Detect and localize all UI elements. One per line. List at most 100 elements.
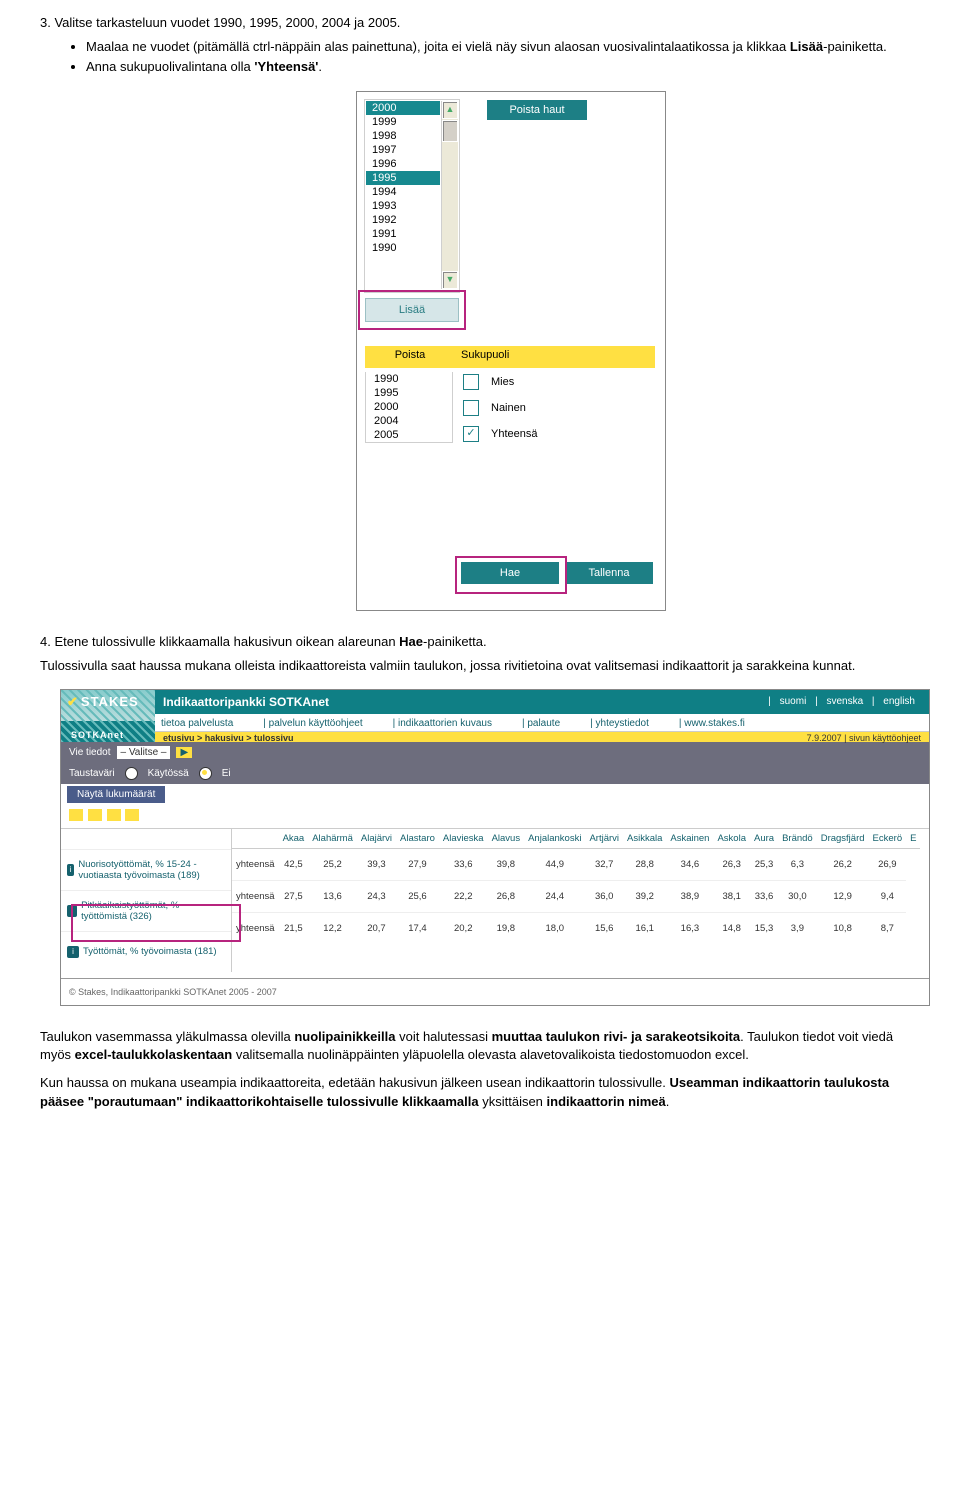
step-3-bullets: Maalaa ne vuodet (pitämällä ctrl-näppäin… — [40, 38, 920, 76]
gender-label: Mies — [491, 375, 514, 387]
col-header[interactable]: Brändö — [778, 829, 817, 849]
lisaa-button[interactable]: Lisää — [365, 298, 459, 322]
selected-year[interactable]: 1990 — [366, 372, 452, 386]
data-cell: 12,9 — [817, 880, 869, 912]
arrow-controls — [61, 805, 929, 829]
col-header[interactable]: Askainen — [666, 829, 713, 849]
data-cell: 39,8 — [488, 848, 525, 880]
data-cell: 44,9 — [524, 848, 585, 880]
data-cell: 34,6 — [666, 848, 713, 880]
year-option[interactable]: 1998 — [366, 129, 440, 143]
checkbox[interactable] — [463, 426, 479, 442]
export-format-select[interactable]: – Valitse – — [117, 746, 171, 759]
checkbox[interactable] — [463, 400, 479, 416]
radio-on[interactable] — [125, 767, 138, 780]
lang-link[interactable]: suomi — [774, 696, 813, 707]
radio-off[interactable] — [199, 767, 212, 780]
year-option[interactable]: 2000 — [366, 101, 440, 115]
text: . — [666, 1094, 670, 1109]
col-header[interactable]: E — [906, 829, 920, 849]
indicator-label[interactable]: iTyöttömät, % työvoimasta (181) — [61, 931, 231, 972]
year-option[interactable]: 1999 — [366, 115, 440, 129]
hae-button[interactable]: Hae — [461, 562, 559, 584]
scroll-up[interactable]: ▲ — [442, 101, 458, 119]
arrow-icon[interactable] — [107, 809, 121, 821]
data-grid: AkaaAlahärmäAlajärviAlastaroAlavieskaAla… — [232, 829, 920, 972]
menu-link[interactable]: | palaute — [522, 718, 560, 727]
year-option[interactable]: 1995 — [366, 171, 440, 185]
arrow-icon[interactable] — [69, 809, 83, 821]
year-option[interactable]: 1996 — [366, 157, 440, 171]
text: 4. Etene tulossivulle klikkaamalla hakus… — [40, 634, 399, 649]
year-option[interactable]: 1992 — [366, 213, 440, 227]
data-cell: 25,6 — [396, 880, 439, 912]
year-option[interactable]: 1991 — [366, 227, 440, 241]
scroll-down[interactable]: ▼ — [442, 271, 458, 289]
vie-tiedot-label: Vie tiedot — [69, 747, 111, 758]
info-icon[interactable]: i — [67, 864, 74, 876]
col-header[interactable]: Alastaro — [396, 829, 439, 849]
data-cell: 24,4 — [524, 880, 585, 912]
year-option[interactable]: 1993 — [366, 199, 440, 213]
menu-link[interactable]: tietoa palvelusta — [161, 718, 233, 727]
stakes-logo-text: STAKES — [67, 694, 139, 710]
export-go-button[interactable]: ▶ — [176, 747, 192, 758]
indicator-label[interactable]: iPitkäaikaistyöttömät, % työttömistä (32… — [61, 890, 231, 931]
step-3-heading: 3. Valitse tarkasteluun vuodet 1990, 199… — [40, 14, 920, 32]
menu-link[interactable]: | www.stakes.fi — [679, 718, 745, 727]
poista-haut-button[interactable]: Poista haut — [487, 100, 587, 120]
info-icon[interactable]: i — [67, 946, 79, 958]
menu-link[interactable]: | indikaattorien kuvaus — [393, 718, 492, 727]
col-header[interactable]: Anjalankoski — [524, 829, 585, 849]
selected-year[interactable]: 2004 — [366, 414, 452, 428]
nayta-button[interactable]: Näytä lukumäärät — [67, 786, 165, 803]
sukupuoli-header: Sukupuoli — [461, 349, 509, 361]
col-header[interactable]: Alahärmä — [308, 829, 357, 849]
data-cell: 3,9 — [778, 912, 817, 944]
col-header[interactable]: Akaa — [279, 829, 309, 849]
year-option[interactable]: 1990 — [366, 241, 440, 255]
arrow-icon[interactable] — [125, 809, 139, 821]
selected-years-list[interactable]: 19901995200020042005 — [365, 372, 453, 443]
menu-link[interactable]: | yhteystiedot — [590, 718, 649, 727]
col-header[interactable]: Aura — [750, 829, 778, 849]
breadcrumb-right: 7.9.2007 | sivun käyttöohjeet — [807, 733, 921, 741]
col-header[interactable]: Askola — [713, 829, 750, 849]
bullet-bold: Lisää — [790, 39, 823, 54]
tallenna-button[interactable]: Tallenna — [565, 562, 653, 584]
text: Kun haussa on mukana useampia indikaatto… — [40, 1075, 669, 1090]
data-cell: 33,6 — [750, 880, 778, 912]
selected-year[interactable]: 2000 — [366, 400, 452, 414]
lang-link[interactable]: english — [877, 696, 921, 707]
row-labels: iNuorisotyöttömät, % 15-24 -vuotiaasta t… — [61, 829, 232, 972]
checkbox[interactable] — [463, 374, 479, 390]
after-paragraph-1: Taulukon vasemmassa yläkulmassa olevilla… — [40, 1028, 920, 1064]
bullet-bold: 'Yhteensä' — [254, 59, 318, 74]
year-option[interactable]: 1997 — [366, 143, 440, 157]
selected-year[interactable]: 1995 — [366, 386, 452, 400]
col-header[interactable]: Eckerö — [869, 829, 907, 849]
col-header[interactable]: Artjärvi — [585, 829, 623, 849]
col-header[interactable]: Alavus — [488, 829, 525, 849]
info-icon[interactable]: i — [67, 905, 77, 917]
year-listbox[interactable]: 2000199919981997199619951994199319921991… — [365, 100, 459, 292]
selected-year[interactable]: 2005 — [366, 428, 452, 442]
row-subhead: yhteensä — [232, 880, 279, 912]
scroll-thumb[interactable] — [442, 120, 458, 142]
scrollbar[interactable]: ▲ ▼ — [441, 101, 458, 289]
data-cell: 22,2 — [439, 880, 488, 912]
menu-link[interactable]: | palvelun käyttöohjeet — [263, 718, 362, 727]
data-cell: 39,3 — [357, 848, 396, 880]
indicator-label[interactable]: iNuorisotyöttömät, % 15-24 -vuotiaasta t… — [61, 849, 231, 890]
col-header[interactable]: Asikkala — [623, 829, 666, 849]
data-cell: 12,2 — [308, 912, 357, 944]
year-option[interactable]: 1994 — [366, 185, 440, 199]
data-cell: 18,0 — [524, 912, 585, 944]
arrow-icon[interactable] — [88, 809, 102, 821]
col-header[interactable]: Alavieska — [439, 829, 488, 849]
data-cell: 26,2 — [817, 848, 869, 880]
lang-link[interactable]: svenska — [820, 696, 869, 707]
data-cell: 26,8 — [488, 880, 525, 912]
col-header[interactable]: Dragsfjärd — [817, 829, 869, 849]
col-header[interactable]: Alajärvi — [357, 829, 396, 849]
